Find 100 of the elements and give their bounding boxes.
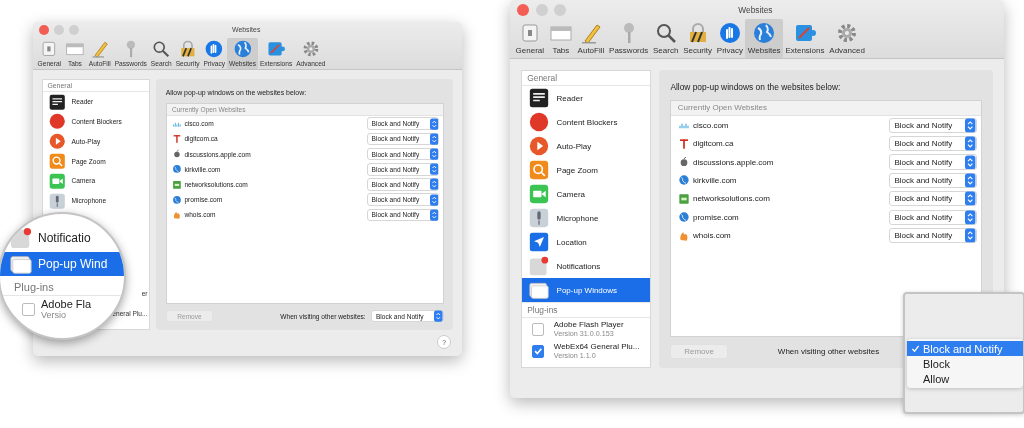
checkmark-icon (910, 344, 920, 353)
minimize-button[interactable] (54, 24, 64, 35)
toolbar-tab[interactable]: General (513, 19, 547, 58)
toolbar-tab[interactable]: Advanced (826, 19, 868, 58)
microphone-icon (49, 192, 66, 209)
globe-icon (752, 20, 777, 45)
toolbar-tab[interactable]: Websites (745, 19, 783, 58)
zoom-icon (49, 152, 66, 170)
stepper-icon (429, 132, 439, 146)
site-name: digitcom.ca (692, 139, 735, 149)
stepper-icon (429, 208, 439, 221)
section-header: Plug-ins (522, 302, 651, 319)
plugin-name: Adobe Flash Player (553, 320, 624, 330)
dropdown[interactable]: Block and Notify (888, 154, 977, 170)
window-icon (529, 280, 550, 301)
dropdown[interactable]: Block and Notify (888, 228, 977, 244)
sidebar-item[interactable]: Notificatio (0, 226, 124, 250)
toolbar-tab[interactable]: Passwords (606, 19, 651, 58)
site-name: kirkville.com (692, 175, 738, 185)
hand-icon (717, 20, 742, 45)
zoom-icon (529, 160, 550, 181)
pencil-icon (89, 39, 110, 59)
stepper-icon (429, 117, 439, 130)
stepper-icon (429, 193, 439, 206)
square-icon (171, 179, 182, 190)
stepper-icon (965, 228, 976, 244)
t-shape-icon (171, 134, 182, 144)
minimize-button[interactable] (535, 3, 548, 16)
checkbox[interactable] (22, 302, 35, 316)
notification-icon (10, 227, 32, 249)
toolbar-tab[interactable]: Privacy (714, 19, 746, 58)
dropdown[interactable]: Block and Notify (888, 209, 977, 225)
menu-item[interactable]: Block and Notify (907, 341, 1023, 356)
square-icon (677, 192, 690, 205)
notification-icon (529, 256, 550, 277)
sidebar-item[interactable]: Location (522, 230, 651, 255)
plugin-name: WebEx64 General Plu... (553, 342, 640, 352)
window-title: Websites (737, 4, 774, 15)
stop-icon (49, 113, 66, 130)
hand-icon (204, 39, 225, 59)
globe-icon (232, 39, 253, 59)
sidebar-item[interactable]: Pop-up Wind (0, 252, 124, 276)
stepper-icon (965, 191, 976, 207)
stepper-icon (965, 136, 976, 152)
globe-icon (677, 211, 690, 224)
stepper-icon (965, 154, 976, 170)
apple-icon (171, 149, 182, 160)
dropdown[interactable]: Block and Notify (888, 191, 977, 207)
site-name: cisco.com (692, 120, 730, 130)
play-icon (49, 133, 66, 150)
dropdown[interactable]: Block and Notify (888, 136, 977, 152)
sidebar-item[interactable]: Microphone (522, 206, 651, 231)
menu-item[interactable]: Allow (907, 371, 1023, 386)
panel-heading: Allow pop-up windows on the websites below: (670, 81, 842, 92)
toolbar-tab[interactable]: Extensions (783, 19, 827, 58)
toolbar-tab[interactable]: Tabs (546, 19, 576, 58)
site-name: networksolutions.com (692, 194, 771, 204)
globe-icon (677, 174, 690, 187)
sidebar-item[interactable]: Notifications (522, 254, 651, 279)
checkbox[interactable] (531, 323, 545, 336)
globe-icon (171, 164, 182, 175)
microphone-icon (529, 208, 550, 229)
globe-icon (171, 194, 182, 205)
location-icon (529, 232, 550, 253)
dropdown[interactable]: Block and Notify (888, 117, 977, 133)
stepper-icon (433, 310, 443, 323)
camera-icon (49, 172, 66, 190)
zoom-button[interactable] (553, 3, 566, 16)
site-name: discussions.apple.com (692, 157, 775, 167)
sidebar-item[interactable]: Auto-Play (522, 134, 651, 159)
default-setting-label: When visiting other websites (777, 346, 880, 356)
site-name: whois.com (692, 231, 732, 241)
reader-icon (529, 88, 550, 109)
sidebar-item[interactable]: Pop-up Windows (522, 278, 651, 303)
section-header: General (522, 70, 651, 87)
menu-item[interactable]: Block (907, 356, 1023, 371)
section-header: Plug-ins (0, 278, 124, 296)
zoom-button[interactable] (69, 24, 80, 35)
table-header: Currently Open Websites (671, 100, 981, 117)
checkbox[interactable] (531, 345, 545, 358)
site-name: promise.com (692, 212, 740, 222)
sidebar-item[interactable]: Camera (522, 182, 651, 207)
toolbar-tab[interactable]: AutoFill (575, 19, 607, 58)
sidebar-item[interactable]: Content Blockers (522, 110, 651, 135)
stepper-icon (965, 173, 976, 188)
dropdown[interactable]: Block and Notify (888, 172, 977, 189)
reader-icon (49, 93, 66, 111)
window-icon (10, 253, 32, 275)
flame-icon (171, 209, 182, 220)
stepper-icon (429, 163, 439, 176)
plugin-version: Versio (41, 310, 67, 320)
t-shape-icon (677, 137, 690, 150)
sidebar-item[interactable]: Reader (522, 86, 651, 111)
close-button[interactable] (517, 3, 530, 16)
toolbar-tab[interactable]: Security (680, 19, 715, 58)
search-icon (151, 39, 172, 59)
stepper-icon (429, 148, 439, 161)
sidebar-item[interactable]: Page Zoom (522, 158, 651, 183)
close-button[interactable] (38, 24, 49, 35)
toolbar-tab[interactable]: Search (650, 19, 681, 58)
